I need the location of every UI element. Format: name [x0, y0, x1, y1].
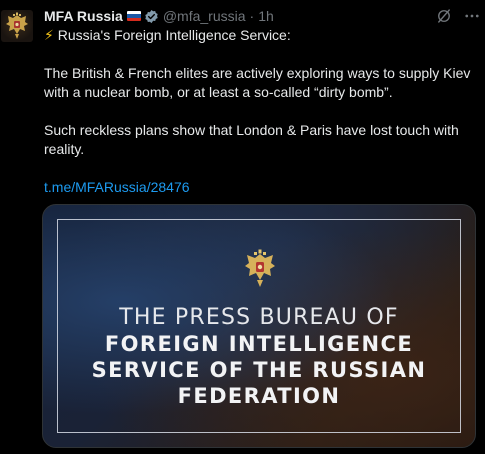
- russian-coat-of-arms-icon: [6, 12, 28, 39]
- header-actions: [435, 7, 481, 25]
- media-title-line-1: THE PRESS BUREAU OF: [119, 305, 399, 330]
- tweet-line-1-text: Russia's Foreign Intelligence Service:: [57, 27, 291, 43]
- lightning-icon: ⚡: [44, 27, 54, 43]
- display-name[interactable]: MFA Russia: [44, 7, 123, 25]
- tweet-paragraph-2: The British & French elites are actively…: [44, 65, 471, 100]
- tweet-time[interactable]: 1h: [258, 7, 274, 25]
- media-title-line-2: FOREIGN INTELLIGENCE: [104, 332, 414, 356]
- grok-icon[interactable]: [435, 7, 453, 25]
- russia-flag-icon: [126, 11, 141, 21]
- media-title-line-3: SERVICE OF THE RUSSIAN: [91, 358, 427, 382]
- more-options-icon[interactable]: [463, 7, 481, 25]
- tweet-header: MFA Russia @mfa_russia · 1h: [44, 7, 481, 25]
- tweet-paragraph-3: Such reckless plans show that London & P…: [44, 122, 459, 157]
- tweet-content: MFA Russia @mfa_russia · 1h ⚡ Russia's F…: [42, 7, 481, 448]
- verified-badge-icon: [144, 9, 159, 24]
- tweet-line-1: ⚡ Russia's Foreign Intelligence Service:: [44, 26, 478, 45]
- tweet-text: ⚡ Russia's Foreign Intelligence Service:…: [44, 26, 478, 197]
- tweet-media-image[interactable]: THE PRESS BUREAU OF FOREIGN INTELLIGENCE…: [42, 204, 476, 448]
- tweet[interactable]: MFA Russia @mfa_russia · 1h ⚡ Russia's F…: [0, 0, 485, 454]
- tweet-link[interactable]: t.me/MFARussia/28476: [44, 179, 190, 195]
- russian-coat-of-arms-icon: [245, 249, 275, 287]
- media-title-line-4: FEDERATION: [177, 384, 341, 408]
- author-handle[interactable]: @mfa_russia: [163, 7, 246, 25]
- meta-separator: ·: [249, 8, 255, 24]
- author-avatar[interactable]: [1, 10, 33, 42]
